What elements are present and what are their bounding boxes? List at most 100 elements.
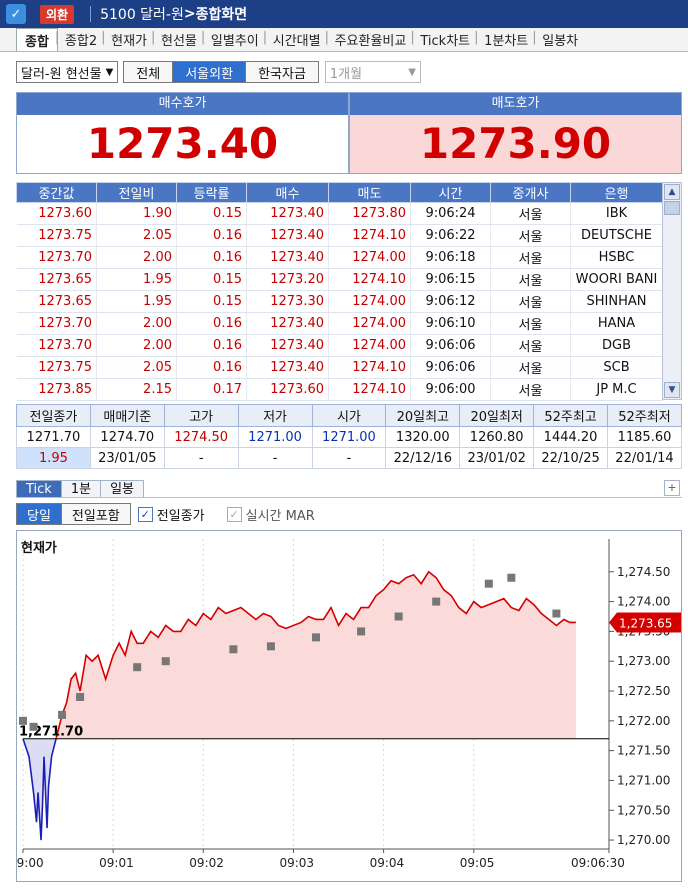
price-marker	[484, 579, 493, 588]
scroll-down-icon[interactable]: ▼	[664, 382, 680, 398]
trade-cell: HSBC	[570, 246, 663, 269]
trade-cell: 서울	[490, 378, 571, 401]
price-marker	[161, 657, 170, 666]
price-marker	[229, 645, 238, 654]
col-mid[interactable]: 중간값	[16, 182, 97, 203]
price-marker	[394, 612, 403, 621]
y-tick-label: 1,270.50	[617, 803, 670, 817]
add-chart-icon[interactable]: +	[664, 480, 680, 496]
trade-cell: 1273.70	[16, 246, 97, 269]
realtime-mar-checkbox[interactable]: ✓ 실시간 MAR	[226, 505, 315, 524]
tab-major-rates[interactable]: 주요환율비교	[325, 30, 414, 49]
tab-tick-chart[interactable]: Tick차트	[410, 30, 477, 49]
tab-daily-chart[interactable]: 일봉차	[532, 30, 585, 49]
x-tick-label: 09:02	[189, 856, 224, 870]
instrument-select[interactable]: 달러-원 현선물 ▼	[16, 61, 119, 83]
trade-cell: 1274.00	[328, 246, 411, 269]
col-52w-high: 52주최고	[533, 404, 608, 427]
20d-high-value: 1320.00	[385, 426, 461, 448]
market-segment: 전체 서울외환 한국자금	[123, 61, 319, 83]
trade-cell: 9:06:15	[410, 268, 491, 291]
y-tick-label: 1,274.00	[617, 595, 670, 609]
trade-cell: 1273.70	[16, 312, 97, 335]
trade-row[interactable]: 1273.70 2.00 0.16 1273.40 1274.00 9:06:10 서울 HA…	[16, 312, 663, 335]
segment-seoul-button[interactable]: 서울외환	[172, 61, 247, 83]
trade-row[interactable]: 1273.75 2.05 0.16 1273.40 1274.10 9:06:06 서울 SC…	[16, 356, 663, 379]
price-marker	[312, 633, 320, 642]
scroll-up-icon[interactable]: ▲	[664, 184, 680, 200]
segment-all-button[interactable]: 전체	[123, 61, 174, 83]
price-marker	[133, 663, 142, 672]
prev-close-checkbox-label: 전일종가	[156, 508, 205, 524]
trade-cell: 서울	[490, 290, 571, 313]
col-change[interactable]: 전일비	[96, 182, 177, 203]
chart-tab-daily[interactable]: 일봉	[100, 480, 144, 497]
trade-row[interactable]: 1273.65 1.95 0.15 1273.20 1274.10 9:06:15 서울 WO…	[16, 268, 663, 291]
20d-high-date: 22/12/16	[385, 447, 461, 469]
trade-cell: 1274.10	[328, 224, 411, 247]
y-tick-label: 1,270.00	[617, 833, 670, 847]
today-button[interactable]: 당일	[16, 503, 62, 525]
chart-tab-tick[interactable]: Tick	[16, 480, 62, 497]
col-time[interactable]: 시간	[410, 182, 491, 203]
trade-cell: SCB	[570, 356, 663, 379]
last-price-label: 1,273.65	[619, 616, 672, 630]
trade-cell: 1273.60	[246, 378, 329, 401]
ask-label: 매도호가	[350, 93, 681, 115]
summary-table: 전일종가 매매기준 고가 저가 시가 20일최고 20일최저 52주최고 52주…	[16, 404, 682, 469]
price-marker	[357, 627, 366, 636]
segment-korea-money-button[interactable]: 한국자금	[245, 61, 319, 83]
trade-cell: 서울	[490, 268, 571, 291]
price-marker	[507, 573, 516, 582]
trade-row[interactable]: 1273.70 2.00 0.16 1273.40 1274.00 9:06:06 서울 DG…	[16, 334, 663, 357]
y-tick-label: 1,271.00	[617, 773, 670, 787]
col-change-rate[interactable]: 등락률	[176, 182, 247, 203]
trade-row[interactable]: 1273.65 1.95 0.15 1273.30 1274.00 9:06:12 서울 SH…	[16, 290, 663, 313]
tab-summary2[interactable]: 종합2	[55, 30, 104, 49]
trade-cell: 1273.70	[16, 334, 97, 357]
trade-row[interactable]: 1273.60 1.90 0.15 1273.40 1273.80 9:06:24 서울 IB…	[16, 202, 663, 225]
tab-by-time[interactable]: 시간대별	[263, 30, 328, 49]
y-tick-label: 1,271.50	[617, 744, 670, 758]
col-20d-low: 20일최저	[459, 404, 535, 427]
high-value: 1274.50	[163, 426, 239, 448]
trade-cell: 1273.40	[246, 312, 329, 335]
chart-tab-1min[interactable]: 1분	[60, 480, 102, 497]
tab-summary[interactable]: 종합	[16, 28, 58, 51]
col-ask[interactable]: 매도	[328, 182, 411, 203]
trade-cell: 0.16	[176, 246, 247, 269]
period-select[interactable]: 1개월 ▼	[324, 61, 421, 83]
trade-cell: IBK	[570, 202, 663, 225]
checkbox-checked-icon: ✓	[137, 506, 153, 522]
trade-cell: 0.15	[176, 202, 247, 225]
col-prev-close: 전일종가	[16, 404, 91, 427]
trade-cell: 서울	[490, 334, 571, 357]
trades-scrollbar[interactable]: ▲ ▼	[662, 182, 682, 400]
trade-cell: 2.05	[96, 356, 177, 379]
trade-cell: 9:06:24	[410, 202, 491, 225]
trade-cell: 0.16	[176, 356, 247, 379]
change-value: 1.95	[16, 447, 91, 469]
trade-row[interactable]: 1273.75 2.05 0.16 1273.40 1274.10 9:06:22 서울 DE…	[16, 224, 663, 247]
col-bid[interactable]: 매수	[246, 182, 329, 203]
prev-close-checkbox[interactable]: ✓ 전일종가	[137, 505, 205, 524]
col-broker[interactable]: 중개사	[490, 182, 571, 203]
low-value: 1271.00	[237, 426, 313, 448]
trade-cell: 서울	[490, 246, 571, 269]
trade-row[interactable]: 1273.85 2.15 0.17 1273.60 1274.10 9:06:00 서울 JP…	[16, 378, 663, 401]
include-prev-day-button[interactable]: 전일포함	[60, 503, 131, 525]
tab-daily-trend[interactable]: 일별추이	[201, 30, 266, 49]
trade-cell: 1273.85	[16, 378, 97, 401]
tab-spot-futures[interactable]: 현선물	[151, 30, 204, 49]
trades-header-row: 중간값 전일비 등락률 매수 매도 시간 중개사 은행	[16, 182, 663, 203]
52w-high-value: 1444.20	[533, 426, 608, 448]
col-bank[interactable]: 은행	[570, 182, 663, 203]
ask-quote-panel: 매도호가 1273.90	[349, 92, 682, 174]
tab-current-price[interactable]: 현재가	[101, 30, 154, 49]
x-tick-label: 09:00	[17, 856, 44, 870]
scroll-thumb[interactable]	[664, 201, 680, 215]
tab-1min-chart[interactable]: 1분차트	[474, 30, 535, 49]
x-tick-label: 09:05	[460, 856, 495, 870]
trade-row[interactable]: 1273.70 2.00 0.16 1273.40 1274.00 9:06:18 서울 HS…	[16, 246, 663, 269]
price-chart[interactable]: 1,271.701,274.501,274.001,273.501,273.00…	[16, 530, 682, 882]
